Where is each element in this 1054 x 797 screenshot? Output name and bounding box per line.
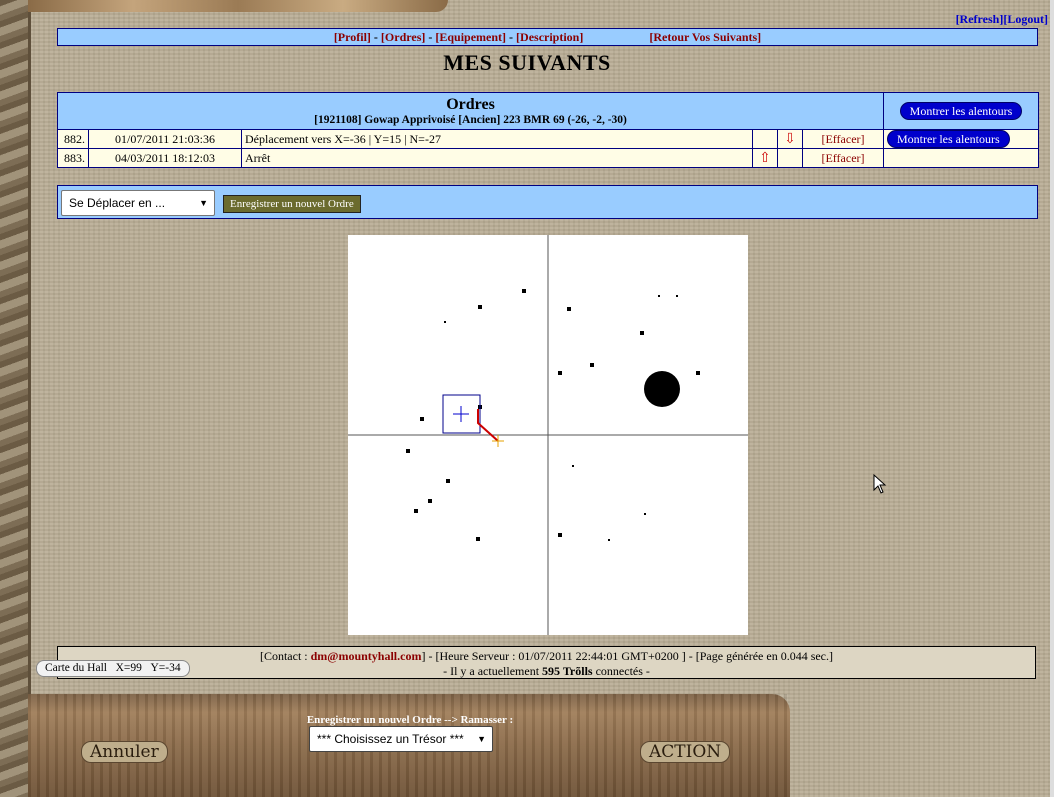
- map-dot: [476, 537, 480, 541]
- order-date: 01/07/2011 21:03:36: [88, 129, 242, 149]
- map-large-entity: [644, 371, 680, 407]
- map-dot: [608, 539, 610, 541]
- nav-ordres-link[interactable]: [Ordres]: [381, 30, 425, 44]
- hall-map-widget[interactable]: Carte du Hall X=99 Y=-34: [36, 660, 190, 677]
- order-type-select-value: Se Déplacer en ...: [69, 196, 166, 210]
- map-dot: [658, 295, 660, 297]
- nav-separator: -: [370, 30, 381, 44]
- map-entities: [406, 289, 700, 541]
- footer-online-post: connectés -: [592, 664, 650, 678]
- top-links: [Refresh][Logout]: [956, 12, 1048, 27]
- map-dot: [640, 331, 644, 335]
- movement-path: [477, 409, 499, 442]
- nav-separator: -: [506, 30, 517, 44]
- show-surroundings-button[interactable]: Montrer les alentours: [899, 102, 1023, 120]
- move-up-cell: [752, 129, 778, 149]
- map-canvas: [348, 235, 748, 635]
- order-date: 04/03/2011 18:12:03: [88, 148, 242, 168]
- map-dot: [444, 321, 446, 323]
- map-dot: [446, 479, 450, 483]
- decorative-left-border: [0, 0, 31, 797]
- delete-cell: [Effacer]: [802, 129, 884, 149]
- map-dot: [567, 307, 571, 311]
- scrollbar-strip[interactable]: [1050, 0, 1054, 797]
- nav-retour-link[interactable]: [Retour Vos Suivants]: [649, 30, 761, 44]
- orders-title: Ordres: [446, 96, 495, 113]
- treasure-select-value: *** Choisissez un Trésor ***: [317, 732, 464, 746]
- order-number: 882.: [57, 129, 89, 149]
- pickup-label: Enregistrer un nouvel Ordre --> Ramasser…: [306, 714, 514, 726]
- mouse-cursor-icon: [873, 474, 887, 494]
- map-dot: [644, 513, 646, 515]
- map-dot: [676, 295, 678, 297]
- refresh-link[interactable]: [Refresh]: [956, 12, 1004, 26]
- nav-bar: [Profil] - [Ordres] - [Equipement] - [De…: [57, 28, 1038, 46]
- treasure-select[interactable]: *** Choisissez un Trésor *** ▼: [309, 726, 493, 752]
- footer-contact-label: [Contact :: [259, 649, 311, 663]
- cancel-button[interactable]: Annuler: [81, 741, 168, 763]
- contact-email-link[interactable]: dm@mountyhall.com: [311, 649, 422, 663]
- order-number: 883.: [57, 148, 89, 168]
- new-order-bar: Se Déplacer en ... ▼ Enregistrer un nouv…: [57, 185, 1038, 219]
- map-dot: [558, 533, 562, 537]
- nav-equipement-link[interactable]: [Equipement]: [435, 30, 506, 44]
- footer-line-2: - Il y a actuellement 595 Trõlls connect…: [58, 664, 1035, 679]
- delete-link[interactable]: [Effacer]: [821, 151, 864, 165]
- map-dot: [696, 371, 700, 375]
- delete-cell: [Effacer]: [802, 148, 884, 168]
- decorative-top-wood: [28, 0, 448, 12]
- table-row: 883. 04/03/2011 18:12:03 Arrêt ⇧ [Efface…: [57, 148, 1039, 168]
- orders-subtitle: [1921108] Gowap Apprivoisé [Ancien] 223 …: [314, 114, 627, 126]
- map-dot: [590, 363, 594, 367]
- footer-online-pre: - Il y a actuellement: [443, 664, 543, 678]
- surroundings-map[interactable]: [348, 235, 748, 635]
- orders-table: Ordres [1921108] Gowap Apprivoisé [Ancie…: [57, 92, 1039, 168]
- page-footer: [Contact : dm@mountyhall.com] - [Heure S…: [57, 646, 1036, 679]
- nav-profil-link[interactable]: [Profil]: [334, 30, 371, 44]
- row-action-cell: [883, 148, 1039, 168]
- chevron-down-icon: ▼: [477, 734, 486, 744]
- hall-map-label: Carte du Hall: [45, 662, 107, 674]
- hall-map-y: Y=-34: [150, 662, 181, 674]
- map-dot: [478, 305, 482, 309]
- map-dot: [522, 289, 526, 293]
- map-dot: [558, 371, 562, 375]
- hall-map-x: X=99: [115, 662, 142, 674]
- online-count: 595 Trõlls: [542, 664, 593, 678]
- show-surroundings-button[interactable]: Montrer les alentours: [887, 130, 1010, 148]
- map-dot: [406, 449, 410, 453]
- arrow-up-icon[interactable]: ⇧: [759, 151, 771, 166]
- orders-header-row: Ordres [1921108] Gowap Apprivoisé [Ancie…: [57, 92, 1039, 130]
- footer-server-info: ] - [Heure Serveur : 01/07/2011 22:44:01…: [421, 649, 834, 663]
- logout-link[interactable]: [Logout]: [1003, 12, 1048, 26]
- footer-line-1: [Contact : dm@mountyhall.com] - [Heure S…: [58, 649, 1035, 664]
- header-action-cell: Montrer les alentours: [883, 92, 1039, 130]
- map-dot: [428, 499, 432, 503]
- chevron-down-icon: ▼: [199, 198, 208, 208]
- move-up-cell: ⇧: [752, 148, 778, 168]
- move-down-cell: ⇩: [777, 129, 803, 149]
- move-down-cell: [777, 148, 803, 168]
- arrow-down-icon[interactable]: ⇩: [784, 132, 796, 147]
- order-text: Arrêt: [241, 148, 753, 168]
- order-text: Déplacement vers X=-36 | Y=15 | N=-27: [241, 129, 753, 149]
- map-dot: [572, 465, 574, 467]
- delete-link[interactable]: [Effacer]: [821, 132, 864, 146]
- row-action-cell: Montrer les alentours: [883, 129, 1039, 149]
- table-row: 882. 01/07/2011 21:03:36 Déplacement ver…: [57, 129, 1039, 149]
- nav-description-link[interactable]: [Description]: [516, 30, 583, 44]
- save-order-button[interactable]: Enregistrer un nouvel Ordre: [223, 195, 361, 213]
- map-dot: [414, 509, 418, 513]
- order-type-select[interactable]: Se Déplacer en ... ▼: [61, 190, 215, 216]
- action-button[interactable]: ACTION: [640, 741, 731, 763]
- nav-separator: -: [425, 30, 436, 44]
- map-dot: [420, 417, 424, 421]
- page-title: MES SUIVANTS: [443, 50, 611, 75]
